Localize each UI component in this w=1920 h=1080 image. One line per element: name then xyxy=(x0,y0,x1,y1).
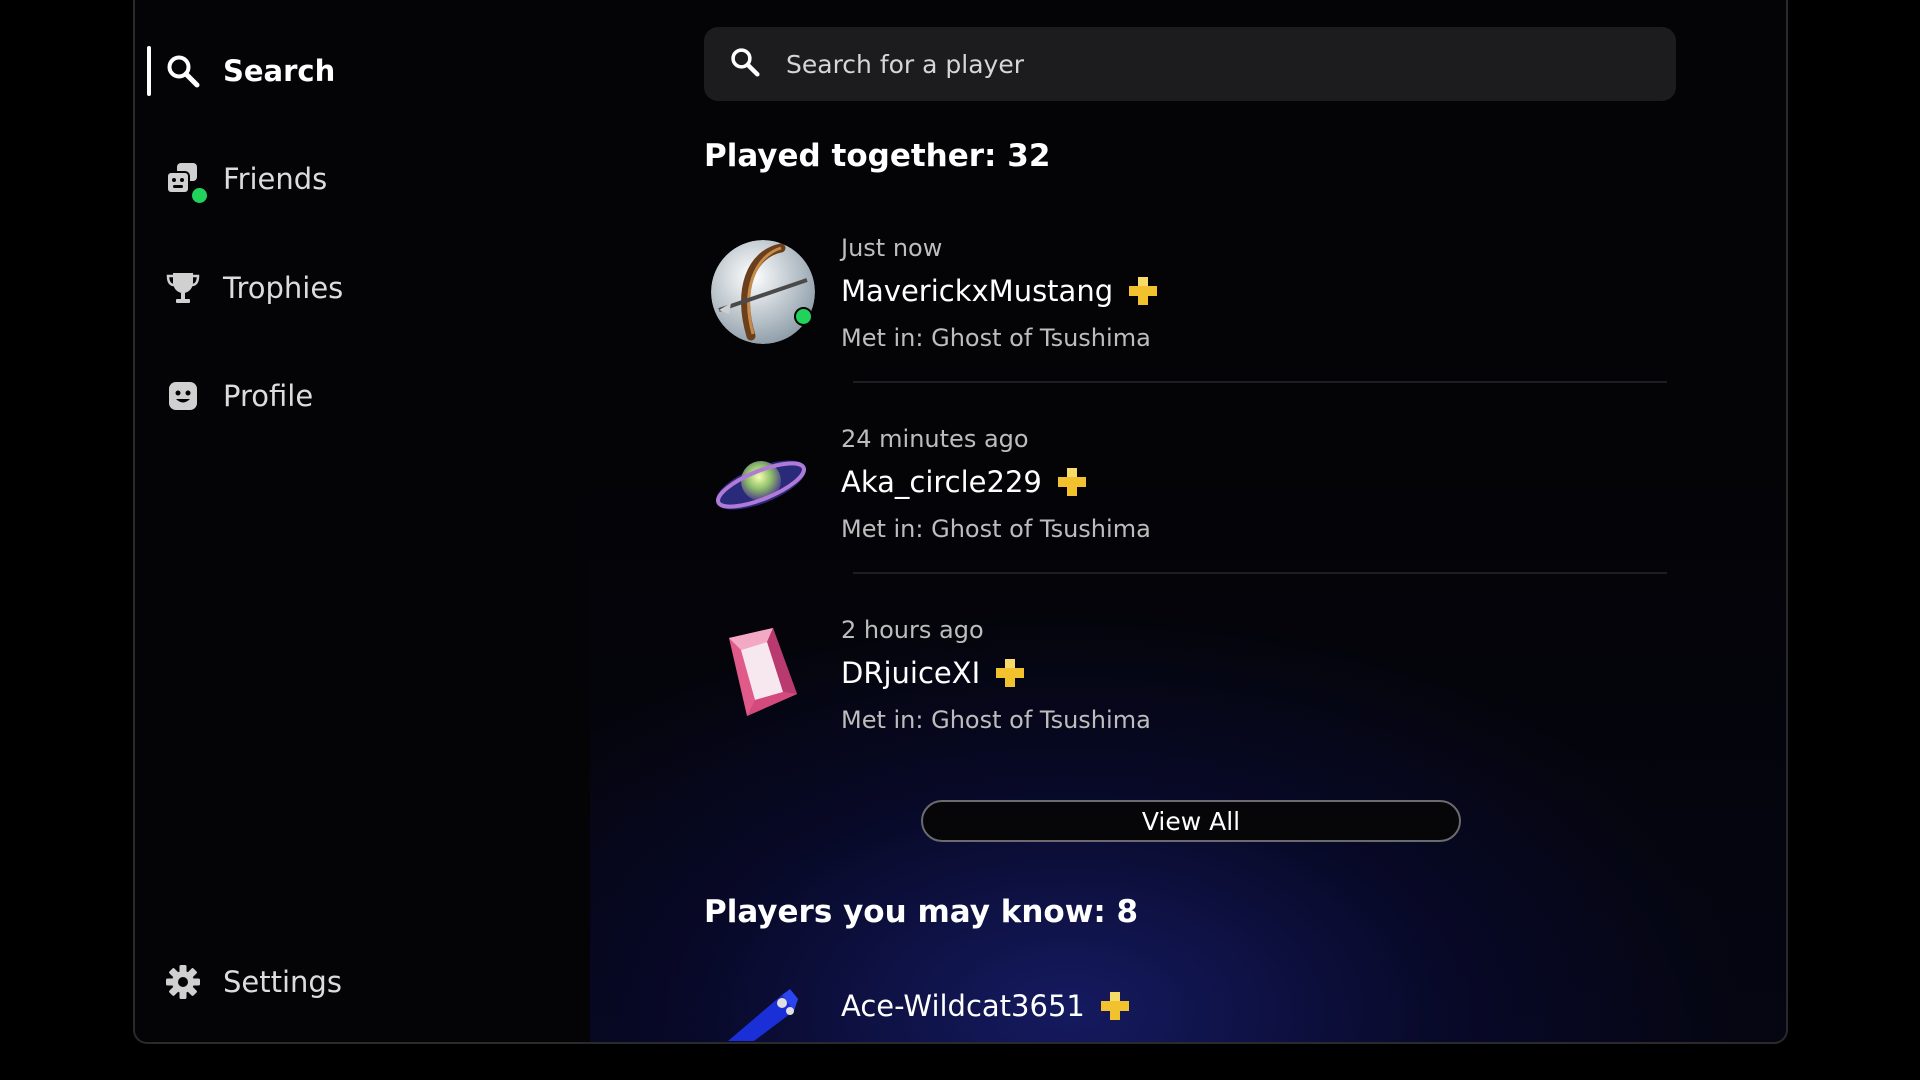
may-know-title: Players you may know: 8 xyxy=(704,894,1139,930)
sidebar-item-friends[interactable]: Friends xyxy=(165,149,327,209)
player-name-text: Aka_circle229 xyxy=(841,465,1042,499)
player-row[interactable]: 2 hours ago DRjuiceXI Met in: Ghost of T… xyxy=(704,608,1680,778)
player-name-text: DRjuiceXI xyxy=(841,656,981,690)
planet-avatar xyxy=(711,431,815,535)
sidebar-item-trophies[interactable]: Trophies xyxy=(165,258,343,318)
playstation-plus-icon xyxy=(1100,992,1129,1020)
profile-icon xyxy=(165,378,201,414)
last-seen-time: Just now xyxy=(841,234,943,262)
player-name-text: Ace-Wildcat3651 xyxy=(841,989,1085,1023)
skateboard-avatar xyxy=(724,981,804,1041)
search-icon xyxy=(730,47,764,81)
met-in-label: Met in: Ghost of Tsushima xyxy=(841,706,1151,734)
gear-icon xyxy=(165,964,201,1000)
player-row[interactable]: Just now MaverickxMustang Met in: Ghost … xyxy=(704,226,1680,396)
gem-avatar xyxy=(711,622,815,726)
view-all-button[interactable]: View All xyxy=(921,800,1461,842)
main-panel: Search Friends Trophies Profile Settings… xyxy=(133,0,1788,1044)
last-seen-time: 2 hours ago xyxy=(841,616,984,644)
divider xyxy=(853,381,1667,383)
playstation-plus-icon xyxy=(996,659,1025,687)
sidebar-item-label: Settings xyxy=(223,965,342,999)
playstation-plus-icon xyxy=(1129,277,1158,305)
player-row[interactable]: 24 minutes ago Aka_circle229 Met in: Gho… xyxy=(704,417,1680,587)
online-status-dot xyxy=(794,307,813,326)
online-status-dot xyxy=(190,186,209,205)
sidebar-item-label: Search xyxy=(223,54,336,88)
sidebar-item-label: Trophies xyxy=(223,271,344,305)
search-input[interactable] xyxy=(784,48,1628,80)
search-icon xyxy=(165,53,201,89)
friends-icon xyxy=(165,161,209,205)
player-row[interactable]: Ace-Wildcat3651 xyxy=(704,981,1680,1041)
divider xyxy=(853,572,1667,574)
played-together-title: Played together: 32 xyxy=(704,138,1051,174)
bow-avatar xyxy=(711,240,815,344)
met-in-label: Met in: Ghost of Tsushima xyxy=(841,515,1151,543)
search-bar[interactable] xyxy=(704,27,1676,101)
last-seen-time: 24 minutes ago xyxy=(841,425,1029,453)
player-name[interactable]: Ace-Wildcat3651 xyxy=(841,989,1131,1023)
player-name[interactable]: Aka_circle229 xyxy=(841,465,1088,499)
sidebar-item-search[interactable]: Search xyxy=(165,41,335,101)
sidebar-item-label: Profile xyxy=(223,379,314,413)
playstation-plus-icon xyxy=(1057,468,1086,496)
player-name-text: MaverickxMustang xyxy=(841,274,1114,308)
sidebar-item-settings[interactable]: Settings xyxy=(165,952,342,1012)
player-name[interactable]: MaverickxMustang xyxy=(841,274,1159,308)
sidebar-item-label: Friends xyxy=(223,162,328,196)
met-in-label: Met in: Ghost of Tsushima xyxy=(841,324,1151,352)
player-name[interactable]: DRjuiceXI xyxy=(841,656,1026,690)
trophy-icon xyxy=(165,270,201,306)
active-indicator xyxy=(147,46,151,96)
sidebar-item-profile[interactable]: Profile xyxy=(165,366,313,426)
